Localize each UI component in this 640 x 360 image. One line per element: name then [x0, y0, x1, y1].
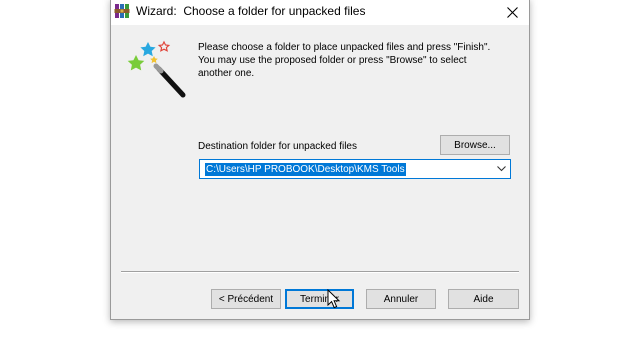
magic-wand-icon [127, 40, 186, 98]
screen: Wizard: Choose a folder for unpacked fil… [0, 0, 640, 360]
destination-path-value[interactable]: C:\Users\HP PROBOOK\Desktop\KMS Tools [205, 163, 406, 176]
destination-label: Destination folder for unpacked files [198, 141, 357, 152]
previous-button[interactable]: < Précédent [211, 289, 281, 309]
close-button[interactable] [495, 0, 529, 25]
destination-path-combobox[interactable]: C:\Users\HP PROBOOK\Desktop\KMS Tools [199, 159, 511, 179]
window-title: Wizard: Choose a folder for unpacked fil… [136, 4, 366, 18]
cancel-button[interactable]: Annuler [366, 289, 436, 309]
title-bar[interactable]: Wizard: Choose a folder for unpacked fil… [111, 0, 529, 25]
dropdown-button[interactable] [492, 160, 510, 178]
finish-button[interactable]: Terminer [285, 289, 354, 309]
browse-button[interactable]: Browse... [440, 135, 510, 155]
instruction-text: Please choose a folder to place unpacked… [198, 42, 491, 79]
chevron-down-icon [496, 166, 506, 172]
close-icon [506, 6, 518, 18]
winrar-icon [114, 4, 130, 18]
separator [121, 271, 519, 273]
wizard-dialog: Wizard: Choose a folder for unpacked fil… [110, 0, 530, 320]
help-button[interactable]: Aide [448, 289, 519, 309]
